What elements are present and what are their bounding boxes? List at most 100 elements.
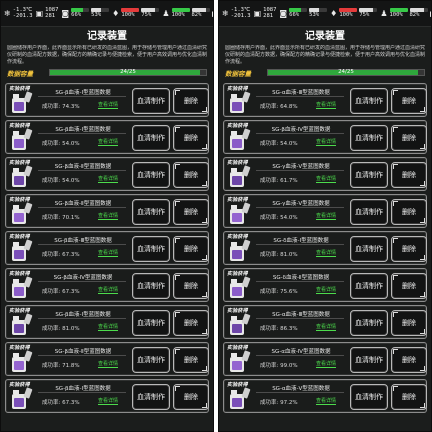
make-serum-button[interactable]: 血清制作 — [132, 88, 170, 114]
delete-button[interactable]: 删除 — [173, 199, 209, 225]
delete-button[interactable]: 删除 — [173, 310, 209, 336]
make-serum-button[interactable]: 血清制作 — [350, 199, 388, 225]
record-divider — [38, 281, 126, 282]
delete-button[interactable]: 删除 — [173, 347, 209, 373]
make-serum-button[interactable]: 血清制作 — [132, 125, 170, 151]
make-serum-button[interactable]: 血清制作 — [132, 273, 170, 299]
view-details-link[interactable]: 查看详情 — [98, 176, 119, 183]
delete-button[interactable]: 删除 — [391, 199, 427, 225]
record-divider — [256, 96, 344, 97]
vial-tag-shape — [241, 239, 251, 251]
view-details-link[interactable]: 查看详情 — [98, 102, 119, 109]
delete-button[interactable]: 删除 — [173, 162, 209, 188]
record-name: SG-α血液-Ⅲ型蓝图数据 — [272, 312, 330, 318]
page-title: 记录装置 — [305, 31, 345, 42]
delete-button[interactable]: 删除 — [391, 88, 427, 114]
counter-group: ▣ 1087 281 — [254, 7, 277, 20]
success-rate-value: 99.0% — [280, 363, 298, 369]
record-divider — [38, 355, 126, 356]
stat-pct-2: 53% — [91, 12, 102, 19]
delete-button[interactable]: 删除 — [391, 384, 427, 410]
success-rate: 成功率: 67.3% — [42, 250, 80, 258]
record-card: 实验获得 SG-γ血液-Ⅴ型蓝图数据 成功率: 54.0% 查看详情 血清制作 … — [223, 194, 427, 228]
delete-button[interactable]: 删除 — [391, 162, 427, 188]
view-details-link[interactable]: 查看详情 — [316, 361, 337, 368]
view-details-link[interactable]: 查看详情 — [98, 213, 119, 220]
delete-button[interactable]: 删除 — [173, 88, 209, 114]
view-details-link[interactable]: 查看详情 — [98, 139, 119, 146]
view-details-link[interactable]: 查看详情 — [316, 102, 337, 109]
success-rate-value: 54.0% — [62, 141, 80, 147]
record-name: SG-δ血液-Ⅰ型蓝图数据 — [273, 238, 329, 244]
vial-tag-shape — [23, 350, 33, 362]
capacity-label: 数据容量 — [7, 69, 33, 78]
view-details-link[interactable]: 查看详情 — [316, 287, 337, 294]
record-card: 实验获得 SG-β血液-Ⅳ型蓝图数据 成功率: 67.3% 查看详情 血清制作 … — [5, 268, 209, 302]
delete-button[interactable]: 删除 — [391, 125, 427, 151]
success-rate-label: 成功率: — [42, 252, 61, 258]
success-rate-value: 67.3% — [62, 400, 80, 406]
view-details-link[interactable]: 查看详情 — [316, 139, 337, 146]
make-serum-button[interactable]: 血清制作 — [132, 236, 170, 262]
make-serum-button[interactable]: 血清制作 — [350, 162, 388, 188]
serum-vial-icon — [230, 128, 251, 150]
record-list: 实验获得 SG-α血液-Ⅲ型蓝图数据 成功率: 64.8% 查看详情 血清制作 … — [223, 83, 427, 416]
view-details-link[interactable]: 查看详情 — [98, 398, 119, 405]
make-serum-button[interactable]: 血清制作 — [132, 384, 170, 410]
make-serum-button[interactable]: 血清制作 — [350, 347, 388, 373]
page-description: 圆圈储存用户界面，此界面显示所有已研发的血清蓝图，用于存储与管理用户通过血清研究… — [225, 45, 425, 65]
vial-tag-shape — [23, 313, 33, 325]
stat-group-c: ♟ 100% 82% ▮ — [380, 8, 431, 19]
make-serum-button[interactable]: 血清制作 — [350, 273, 388, 299]
record-name: SG-β血液-Ⅱ型蓝图数据 — [54, 349, 112, 355]
make-serum-button[interactable]: 血清制作 — [132, 310, 170, 336]
delete-button[interactable]: 删除 — [173, 236, 209, 262]
view-details-link[interactable]: 查看详情 — [316, 176, 337, 183]
view-details-link[interactable]: 查看详情 — [98, 287, 119, 294]
make-serum-button[interactable]: 血清制作 — [350, 384, 388, 410]
make-serum-button[interactable]: 血清制作 — [350, 310, 388, 336]
record-name: SG-δ血液-Ⅱ型蓝图数据 — [272, 275, 330, 281]
make-serum-button[interactable]: 血清制作 — [350, 236, 388, 262]
delete-button[interactable]: 删除 — [173, 384, 209, 410]
success-rate-value: 86.3% — [280, 326, 298, 332]
vial-tag-shape — [241, 387, 251, 399]
vial-cap-shape — [13, 353, 19, 357]
delete-button[interactable]: 删除 — [391, 236, 427, 262]
view-details-link[interactable]: 查看详情 — [316, 398, 337, 405]
make-serum-button[interactable]: 血清制作 — [132, 199, 170, 225]
make-serum-button[interactable]: 血清制作 — [350, 125, 388, 151]
delete-button[interactable]: 删除 — [391, 273, 427, 299]
record-divider — [256, 170, 344, 171]
delete-button[interactable]: 删除 — [391, 347, 427, 373]
success-rate: 成功率: 54.0% — [260, 213, 298, 221]
view-details-link[interactable]: 查看详情 — [316, 324, 337, 331]
drop-icon: ♦ — [330, 8, 338, 18]
stat-pct-6: 82% — [191, 12, 202, 19]
make-serum-button[interactable]: 血清制作 — [132, 162, 170, 188]
capacity-bar: 24/25 — [267, 69, 425, 76]
record-divider — [38, 96, 126, 97]
delete-button[interactable]: 删除 — [173, 273, 209, 299]
make-serum-button[interactable]: 血清制作 — [132, 347, 170, 373]
success-rate-label: 成功率: — [42, 289, 61, 295]
record-divider — [256, 355, 344, 356]
view-details-link[interactable]: 查看详情 — [98, 361, 119, 368]
record-name: SG-β血液-Ⅰ型蓝图数据 — [55, 312, 111, 318]
view-details-link[interactable]: 查看详情 — [98, 324, 119, 331]
vial-cap-shape — [231, 279, 237, 283]
coordinate-text: -201.3 — [12, 13, 33, 19]
vial-liquid-shape — [14, 398, 24, 407]
cube-icon: ▣ — [35, 8, 44, 18]
record-name: SG-β血液-Ⅰ型蓝图数据 — [55, 127, 111, 133]
success-rate: 成功率: 61.7% — [260, 176, 298, 184]
success-rate-label: 成功率: — [260, 289, 279, 295]
weather-group: ❄ -1.3℃ -201.3 — [222, 7, 251, 20]
record-name: SG-γ血液-Ⅴ型蓝图数据 — [272, 201, 330, 207]
make-serum-button[interactable]: 血清制作 — [350, 88, 388, 114]
delete-button[interactable]: 删除 — [391, 310, 427, 336]
delete-button[interactable]: 删除 — [173, 125, 209, 151]
view-details-link[interactable]: 查看详情 — [98, 250, 119, 257]
view-details-link[interactable]: 查看详情 — [316, 213, 337, 220]
view-details-link[interactable]: 查看详情 — [316, 250, 337, 257]
